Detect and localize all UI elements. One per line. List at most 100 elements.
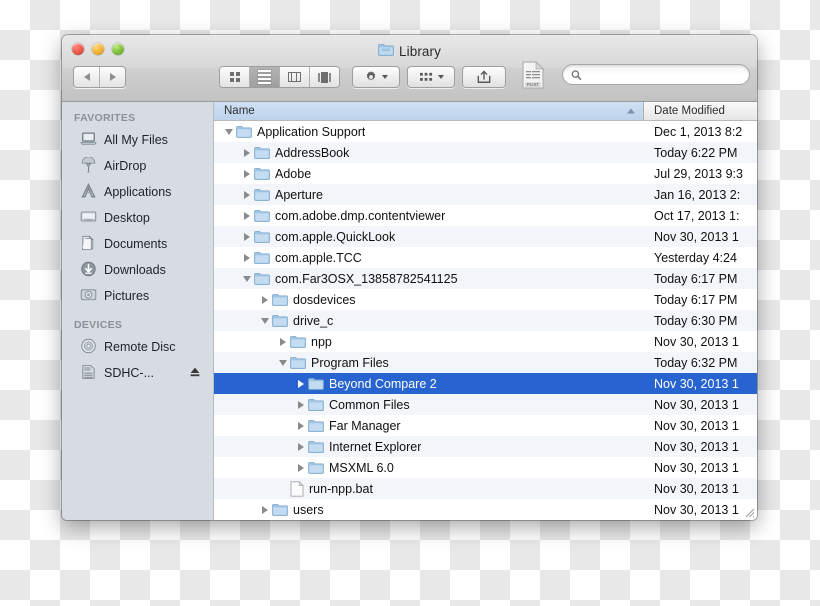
table-row[interactable]: Program Files Today 6:32 PM [214,352,757,373]
folder-icon [272,314,288,327]
minimize-button[interactable] [92,43,104,55]
table-row[interactable]: MSXML 6.0 Nov 30, 2013 1 [214,457,757,478]
column-header-date-modified[interactable]: Date Modified [644,102,757,120]
disclosure-triangle-closed-icon[interactable] [294,442,308,451]
file-name-label: drive_c [293,313,334,328]
desktop-icon [80,209,97,227]
resize-grip[interactable] [743,506,755,518]
folder-icon [308,398,324,411]
disclosure-triangle-closed-icon[interactable] [258,295,272,304]
sidebar-item-pictures[interactable]: Pictures [62,283,213,309]
disclosure-triangle-closed-icon[interactable] [240,190,254,199]
file-name-label: Common Files [329,397,410,412]
remote-disc-icon [80,338,97,357]
disclosure-triangle-closed-icon[interactable] [240,253,254,262]
sidebar-item-applications[interactable]: Applications [62,179,213,205]
table-row[interactable]: com.adobe.dmp.contentviewer Oct 17, 2013 … [214,205,757,226]
back-button[interactable] [74,67,99,87]
table-row[interactable]: Far Manager Nov 30, 2013 1 [214,415,757,436]
file-name-cell: Aperture [214,188,644,202]
list-view-button[interactable] [249,67,279,87]
sidebar-item-downloads[interactable]: Downloads [62,257,213,283]
table-row[interactable]: Aperture Jan 16, 2013 2: [214,184,757,205]
zoom-button[interactable] [112,43,124,55]
table-row[interactable]: users Nov 30, 2013 1 [214,499,757,520]
table-row[interactable]: drive_c Today 6:30 PM [214,310,757,331]
table-row[interactable]: npp Nov 30, 2013 1 [214,331,757,352]
table-row[interactable]: run-npp.bat Nov 30, 2013 1 [214,478,757,499]
coverflow-icon [318,71,331,83]
file-name-cell: Internet Explorer [214,440,644,454]
disclosure-triangle-closed-icon[interactable] [240,169,254,178]
table-row[interactable]: dosdevices Today 6:17 PM [214,289,757,310]
date-modified-cell: Nov 30, 2013 1 [654,481,739,496]
navigation-buttons [73,66,126,88]
date-modified-cell: Nov 30, 2013 1 [654,418,739,433]
sidebar-item-remote-disc[interactable]: Remote Disc [62,334,213,360]
table-row[interactable]: Adobe Jul 29, 2013 9:3 [214,163,757,184]
disclosure-triangle-closed-icon[interactable] [240,232,254,241]
file-name-label: Adobe [275,166,312,181]
table-row[interactable]: Internet Explorer Nov 30, 2013 1 [214,436,757,457]
table-row[interactable]: Application Support Dec 1, 2013 8:2 [214,121,757,142]
sidebar-item-documents[interactable]: Documents [62,231,213,257]
disclosure-triangle-open-icon[interactable] [258,317,272,324]
documents-icon [80,235,97,254]
table-row[interactable]: com.Far3OSX_13858782541125 Today 6:17 PM [214,268,757,289]
disclosure-triangle-closed-icon[interactable] [240,148,254,157]
sidebar-item-sdhc[interactable]: SDHC-... [62,360,213,386]
close-button[interactable] [72,43,84,55]
icon-view-button[interactable] [220,67,249,87]
file-name-cell: dosdevices [214,293,644,307]
column-view-button[interactable] [279,67,309,87]
disclosure-triangle-closed-icon[interactable] [258,505,272,514]
eject-icon[interactable] [189,366,201,381]
forward-button[interactable] [99,67,125,87]
disclosure-triangle-closed-icon[interactable] [276,337,290,346]
disclosure-triangle-open-icon[interactable] [276,359,290,366]
disclosure-triangle-closed-icon[interactable] [294,379,308,388]
file-name-cell: Common Files [214,398,644,412]
table-row[interactable]: Beyond Compare 2 Nov 30, 2013 1 [214,373,757,394]
column-header-name[interactable]: Name [214,102,644,120]
table-row[interactable]: Common Files Nov 30, 2013 1 [214,394,757,415]
disclosure-triangle-closed-icon[interactable] [240,211,254,220]
table-row[interactable]: com.apple.QuickLook Nov 30, 2013 1 [214,226,757,247]
coverflow-view-button[interactable] [309,67,339,87]
file-name-label: com.adobe.dmp.contentviewer [275,208,446,223]
search-input[interactable] [586,67,741,82]
disclosure-triangle-closed-icon[interactable] [294,463,308,472]
date-modified-cell: Today 6:17 PM [654,271,738,286]
sort-ascending-icon [627,108,635,114]
disclosure-triangle-closed-icon[interactable] [294,421,308,430]
window-titlebar[interactable]: Library PLIST [62,35,757,102]
search-field[interactable] [562,64,750,85]
disclosure-triangle-open-icon[interactable] [222,128,236,135]
table-row[interactable]: AddressBook Today 6:22 PM [214,142,757,163]
disclosure-triangle-open-icon[interactable] [240,275,254,282]
file-name-label: AddressBook [275,145,350,160]
disclosure-triangle-closed-icon[interactable] [294,400,308,409]
columns-icon [288,72,301,82]
folder-icon [378,43,394,59]
sidebar-item-label: Remote Disc [104,340,176,354]
view-mode-segmented-control [219,66,340,88]
file-name-label: Beyond Compare 2 [329,376,437,391]
date-modified-cell: Nov 30, 2013 1 [654,397,739,412]
search-icon [571,69,582,80]
date-modified-cell: Nov 30, 2013 1 [654,439,739,454]
folder-icon [254,251,270,264]
action-menu-button[interactable] [352,66,400,88]
arrange-icon [419,72,432,81]
file-name-cell: com.Far3OSX_13858782541125 [214,272,644,286]
sidebar-item-desktop[interactable]: Desktop [62,205,213,231]
sidebar-item-all-my-files[interactable]: All My Files [62,127,213,153]
folder-icon [308,440,324,453]
arrange-menu-button[interactable] [407,66,455,88]
sidebar-item-airdrop[interactable]: AirDrop [62,153,213,179]
share-button[interactable] [462,66,506,88]
file-icon [290,480,304,497]
plist-file-icon[interactable]: PLIST [522,61,544,94]
sidebar-section-devices-header: DEVICES [74,319,123,331]
table-row[interactable]: com.apple.TCC Yesterday 4:24 [214,247,757,268]
